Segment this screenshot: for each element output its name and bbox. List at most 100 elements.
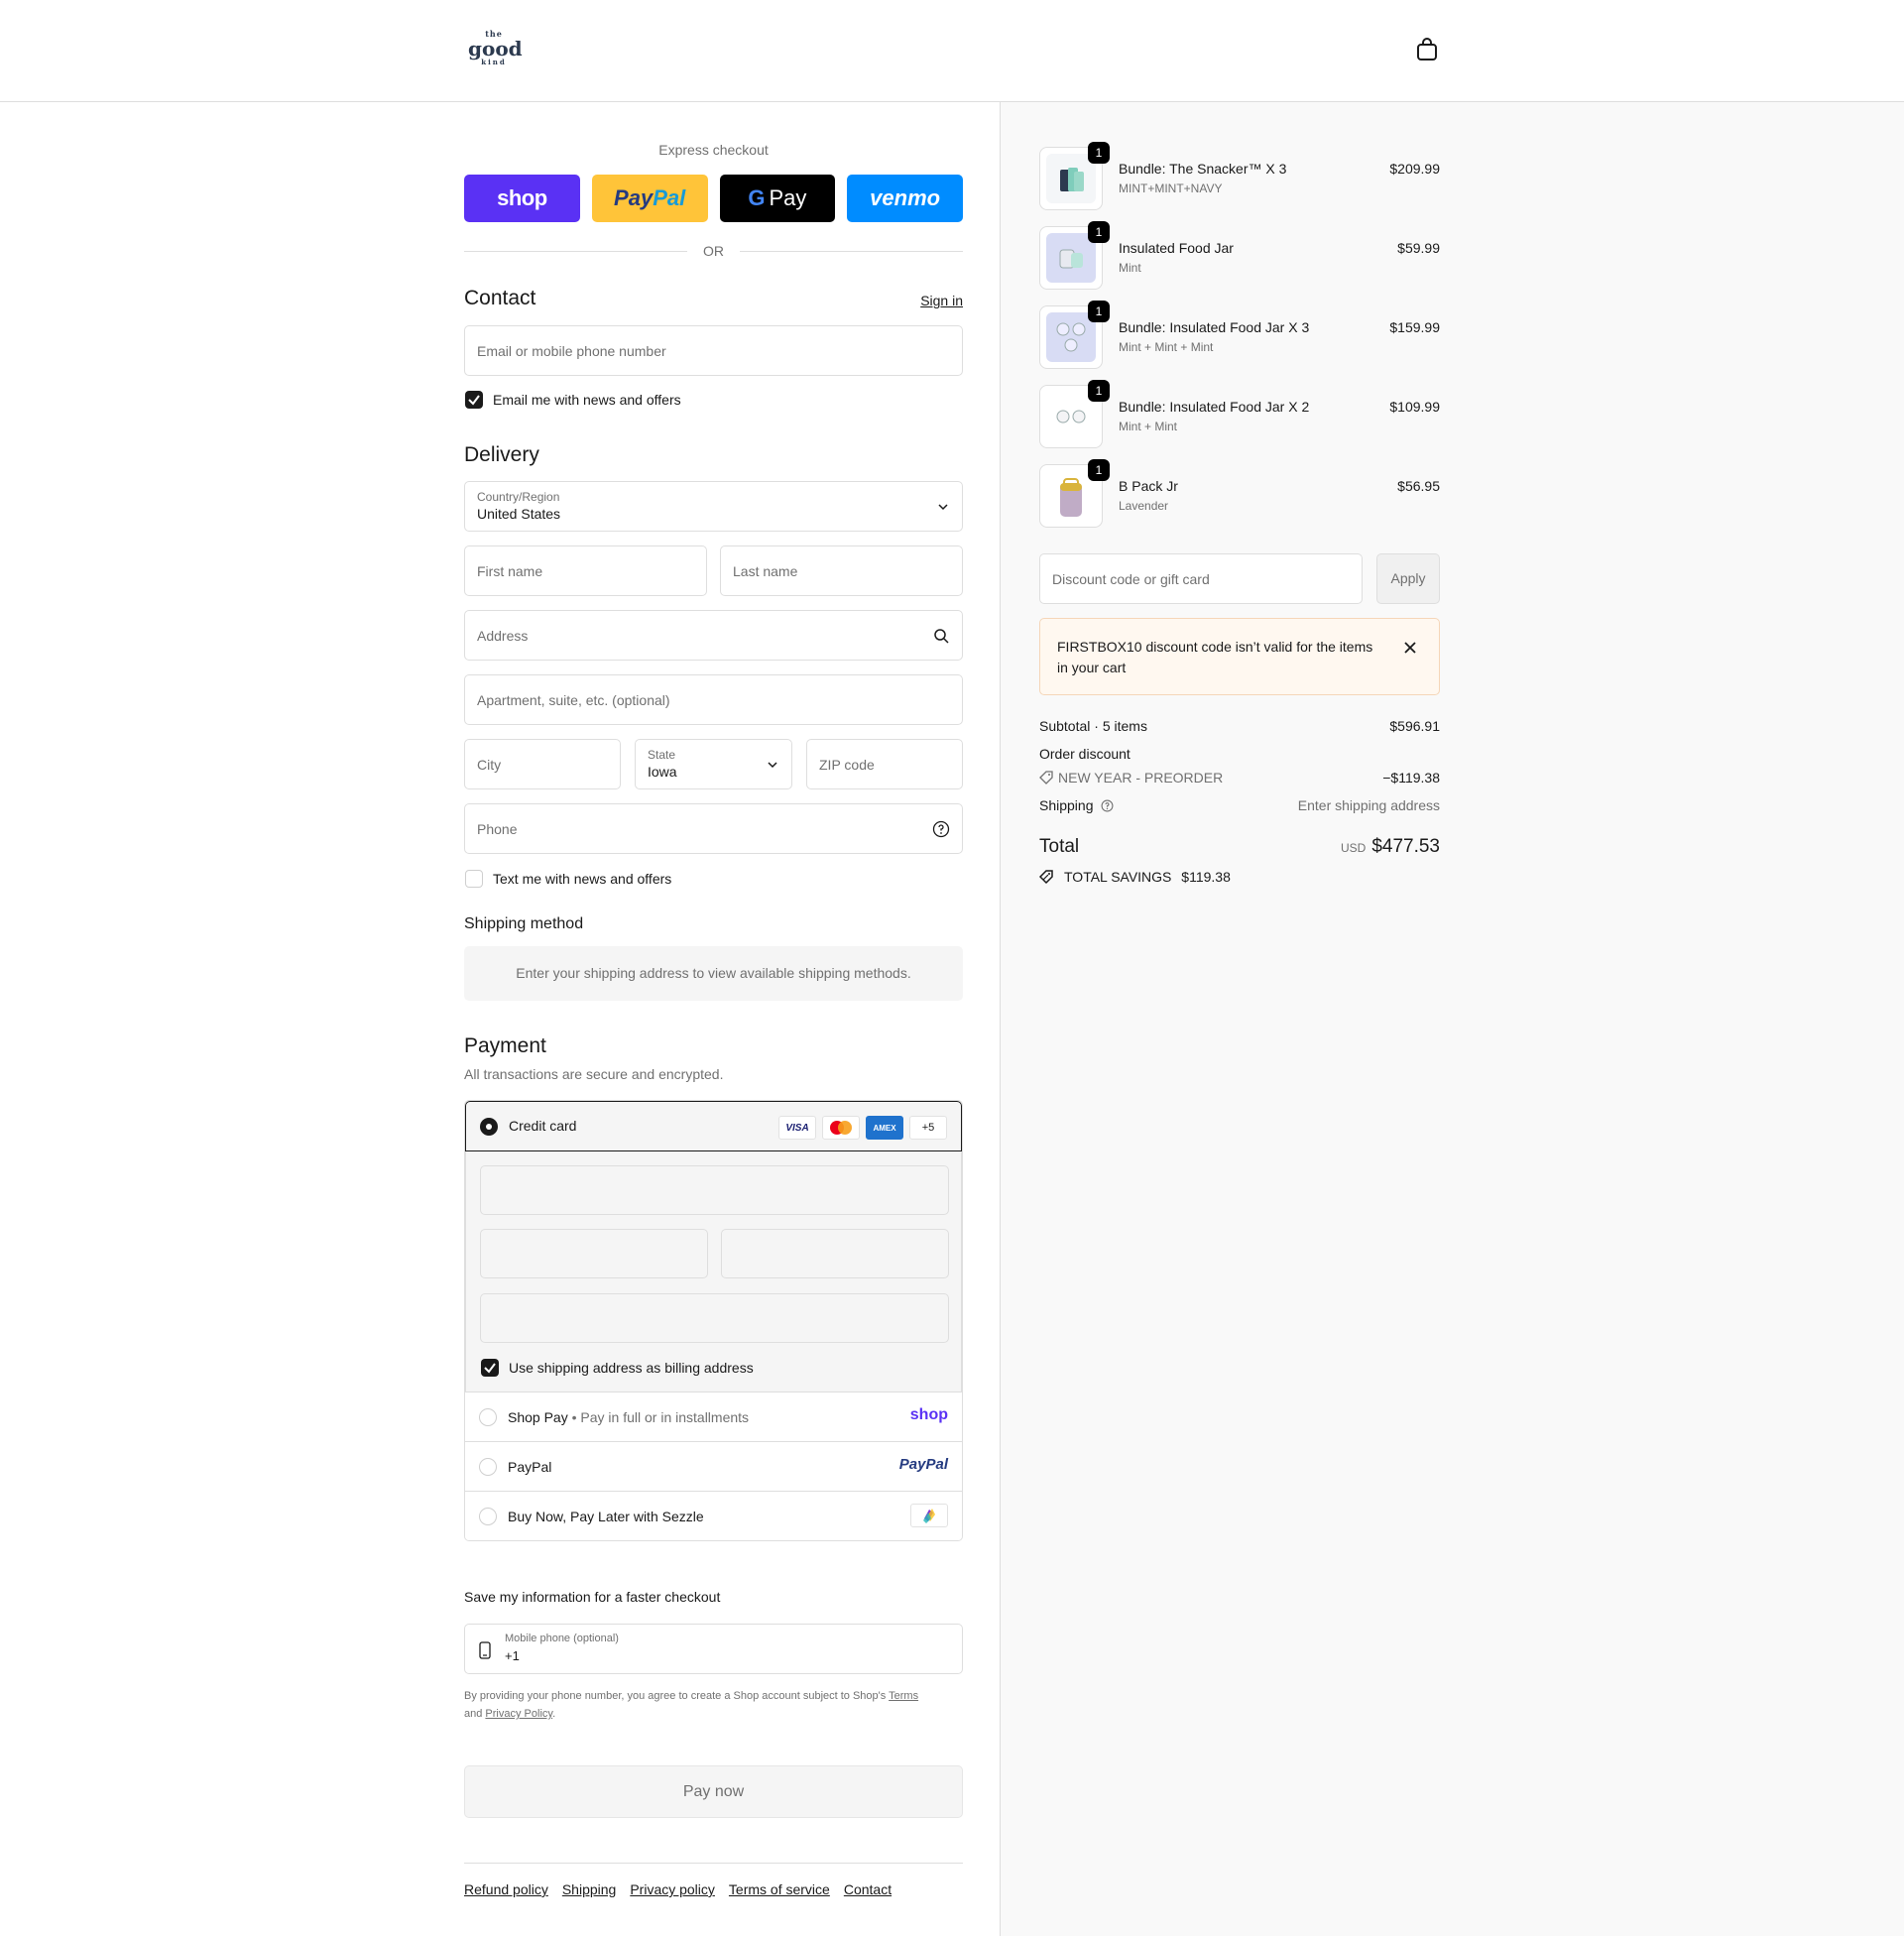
total-label: Total xyxy=(1039,836,1080,857)
mobile-phone-field[interactable]: Mobile phone (optional) +1 xyxy=(464,1624,963,1674)
quantity-badge: 1 xyxy=(1088,459,1110,481)
order-summary-panel xyxy=(1000,102,1904,1936)
total-value: $477.53 xyxy=(1371,836,1440,857)
terms-link[interactable]: Terms xyxy=(889,1690,918,1702)
zip-field[interactable]: ZIP code xyxy=(806,739,963,789)
item-variant: MINT+MINT+NAVY xyxy=(1119,182,1223,195)
cart-item: 1 B Pack Jr Lavender $56.95 xyxy=(1039,459,1440,528)
shipping-value: Enter shipping address xyxy=(1297,797,1440,813)
currency-label: USD xyxy=(1340,841,1367,855)
quantity-badge: 1 xyxy=(1088,142,1110,164)
or-divider: OR xyxy=(464,241,963,261)
credit-card-option[interactable]: Credit card VISA AMEX +5 xyxy=(465,1101,962,1151)
privacy-policy-link[interactable]: Privacy Policy xyxy=(485,1708,552,1720)
more-cards-badge: +5 xyxy=(909,1116,947,1140)
header: the good kind xyxy=(0,0,1904,102)
first-name-field[interactable]: First name xyxy=(464,545,707,596)
subtotal-value: $596.91 xyxy=(1389,718,1440,734)
google-pay-express-button[interactable]: G Pay xyxy=(719,175,836,222)
venmo-express-button[interactable]: venmo xyxy=(847,175,963,222)
payment-subtitle: All transactions are secure and encrypte… xyxy=(464,1066,724,1082)
apartment-field[interactable]: Apartment, suite, etc. (optional) xyxy=(464,674,963,725)
terms-of-service-link[interactable]: Terms of service xyxy=(729,1881,830,1897)
privacy-policy-footer-link[interactable]: Privacy policy xyxy=(630,1881,715,1897)
visa-icon: VISA xyxy=(778,1116,816,1140)
billing-address-checkbox[interactable] xyxy=(481,1359,499,1377)
shop-pay-radio[interactable] xyxy=(479,1408,497,1426)
help-circle-icon[interactable] xyxy=(932,820,950,838)
sezzle-radio[interactable] xyxy=(479,1508,497,1525)
product-thumbnail: 1 xyxy=(1039,142,1110,210)
email-field[interactable]: Email or mobile phone number xyxy=(464,325,963,376)
cart-item: 1 Insulated Food Jar Mint $59.99 xyxy=(1039,221,1440,290)
total-savings-value: $119.38 xyxy=(1181,869,1231,885)
item-price: $59.99 xyxy=(1397,240,1440,256)
item-price: $209.99 xyxy=(1389,161,1440,177)
product-thumbnail: 1 xyxy=(1039,221,1110,290)
pay-now-button[interactable]: Pay now xyxy=(464,1765,963,1818)
shipping-policy-link[interactable]: Shipping xyxy=(562,1881,617,1897)
item-variant: Lavender xyxy=(1119,499,1169,513)
email-news-label: Email me with news and offers xyxy=(493,392,681,408)
quantity-badge: 1 xyxy=(1088,380,1110,402)
apply-discount-button[interactable]: Apply xyxy=(1376,553,1440,604)
checkmark-icon xyxy=(484,1363,496,1374)
contact-heading: Contact xyxy=(464,287,536,309)
sign-in-link[interactable]: Sign in xyxy=(920,293,963,308)
chevron-down-icon xyxy=(938,504,948,511)
card-number-field[interactable] xyxy=(480,1165,949,1215)
product-thumbnail: 1 xyxy=(1039,380,1110,448)
cart-item: 1 Bundle: Insulated Food Jar X 2 Mint + … xyxy=(1039,380,1440,448)
card-expiry-field[interactable] xyxy=(480,1229,708,1278)
item-name: Bundle: Insulated Food Jar X 2 xyxy=(1119,399,1310,415)
delivery-heading: Delivery xyxy=(464,443,539,466)
credit-card-form: Use shipping address as billing address xyxy=(465,1151,962,1392)
close-icon[interactable] xyxy=(1403,641,1417,655)
discount-code-input[interactable]: Discount code or gift card xyxy=(1039,553,1363,604)
order-discount-label: Order discount xyxy=(1039,746,1130,762)
item-variant: Mint + Mint + Mint xyxy=(1119,340,1214,354)
shipping-method-heading: Shipping method xyxy=(464,915,584,932)
shop-pay-express-button[interactable]: shop xyxy=(464,175,580,222)
credit-card-radio[interactable] xyxy=(480,1118,498,1136)
card-cvv-field[interactable] xyxy=(721,1229,949,1278)
card-name-field[interactable] xyxy=(480,1293,949,1343)
express-checkout-buttons: shop Pay Pal G Pay venmo xyxy=(464,175,963,222)
discount-row: NEW YEAR - PREORDER −$119.38 xyxy=(1039,770,1440,786)
search-icon xyxy=(934,629,949,644)
item-price: $159.99 xyxy=(1389,319,1440,335)
shop-pay-option[interactable]: Shop Pay • Pay in full or in installment… xyxy=(465,1392,962,1441)
help-circle-icon[interactable] xyxy=(1101,799,1114,812)
paypal-option[interactable]: PayPal PayPal xyxy=(465,1441,962,1491)
paypal-express-button[interactable]: Pay Pal xyxy=(591,175,708,222)
text-news-checkbox[interactable] xyxy=(465,870,483,888)
discount-error-alert: FIRSTBOX10 discount code isn’t valid for… xyxy=(1039,618,1440,695)
footer-links: Refund policy Shipping Privacy policy Te… xyxy=(464,1881,892,1897)
item-variant: Mint xyxy=(1119,261,1141,275)
address-field[interactable]: Address xyxy=(464,610,963,661)
contact-link[interactable]: Contact xyxy=(844,1881,892,1897)
discount-code-label: NEW YEAR - PREORDER xyxy=(1058,770,1224,786)
refund-policy-link[interactable]: Refund policy xyxy=(464,1881,548,1897)
total-savings-row: TOTAL SAVINGS $119.38 xyxy=(1039,869,1440,885)
item-name: B Pack Jr xyxy=(1119,478,1178,494)
credit-card-label: Credit card xyxy=(509,1118,577,1134)
product-thumbnail: 1 xyxy=(1039,459,1110,528)
checkmark-icon xyxy=(468,395,480,406)
state-select[interactable]: State Iowa xyxy=(635,739,792,789)
paypal-label: PayPal xyxy=(508,1459,552,1475)
store-logo[interactable]: the good kind xyxy=(468,30,523,73)
last-name-field[interactable]: Last name xyxy=(720,545,963,596)
city-field[interactable]: City xyxy=(464,739,621,789)
phone-field[interactable]: Phone xyxy=(464,803,963,854)
email-news-checkbox[interactable] xyxy=(465,391,483,409)
shopping-bag-icon[interactable] xyxy=(1416,38,1438,61)
paypal-radio[interactable] xyxy=(479,1458,497,1476)
country-select[interactable]: Country/Region United States xyxy=(464,481,963,532)
item-price: $56.95 xyxy=(1397,478,1440,494)
sezzle-option[interactable]: Buy Now, Pay Later with Sezzle xyxy=(465,1491,962,1540)
cart-item: 1 Bundle: Insulated Food Jar X 3 Mint + … xyxy=(1039,301,1440,369)
shipping-label: Shipping xyxy=(1039,797,1094,813)
total-savings-label: TOTAL SAVINGS xyxy=(1064,869,1172,885)
shop-pay-label: Shop Pay xyxy=(508,1409,568,1425)
